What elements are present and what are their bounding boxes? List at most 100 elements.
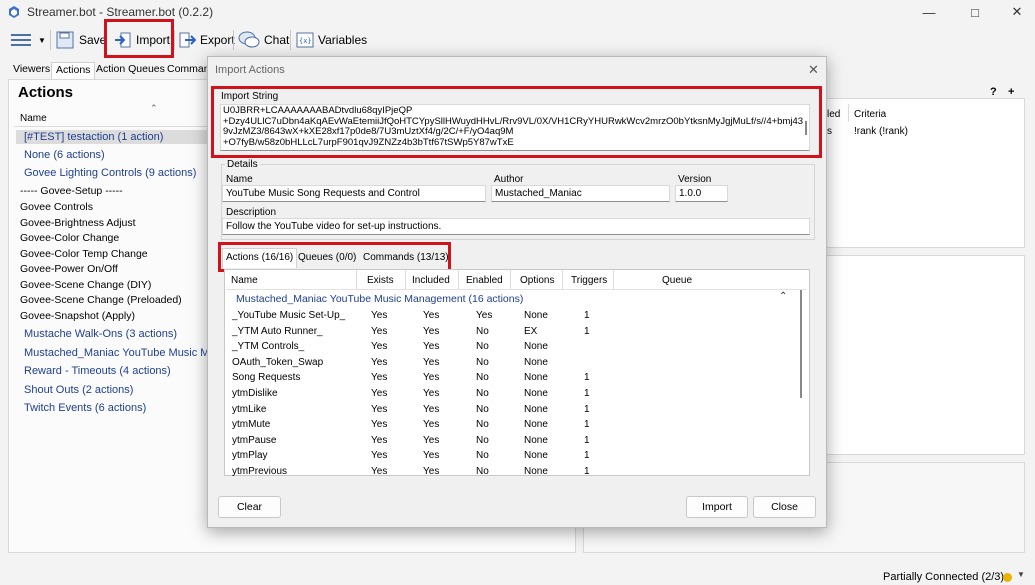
save-button[interactable]: Save xyxy=(55,27,106,53)
cell-enabled: No xyxy=(476,450,489,462)
table-row[interactable] xyxy=(226,449,799,464)
name-field[interactable]: YouTube Music Song Requests and Control xyxy=(222,185,486,202)
cell-enabled: Yes xyxy=(476,310,493,321)
cell-name: _YTM Auto Runner_ xyxy=(232,325,323,337)
help-icon[interactable]: ? xyxy=(990,86,997,98)
action-group[interactable]: Mustached_Maniac YouTube Music Mar xyxy=(24,347,219,359)
table-header-divider xyxy=(226,289,806,290)
cell-included: Yes xyxy=(423,419,440,431)
col-name[interactable]: Name xyxy=(231,275,258,286)
enabled-column-header[interactable]: led xyxy=(827,109,840,120)
author-field[interactable]: Mustached_Maniac xyxy=(491,185,670,202)
collapse-icon[interactable]: ⌃ xyxy=(779,291,787,302)
subtab-commands[interactable]: Commands (13/13) xyxy=(363,252,449,263)
table-row[interactable] xyxy=(226,340,799,355)
table-row[interactable] xyxy=(226,403,799,418)
chat-icon xyxy=(238,31,260,48)
table-scrollbar[interactable] xyxy=(800,290,802,398)
import-confirm-button[interactable]: Import xyxy=(686,496,748,518)
table-row[interactable] xyxy=(226,434,799,449)
cell-options: None xyxy=(524,419,548,431)
window-title: Streamer.bot - Streamer.bot (0.2.2) xyxy=(27,5,214,19)
action-item[interactable]: Govee-Scene Change (Preloaded) xyxy=(20,294,182,306)
action-item[interactable]: Govee-Scene Change (DIY) xyxy=(20,279,151,291)
cell-included: Yes xyxy=(423,450,440,462)
action-group[interactable]: Mustache Walk-Ons (3 actions) xyxy=(24,328,177,340)
cell-exists: Yes xyxy=(371,403,388,415)
cell-name: ytmDislike xyxy=(232,388,278,399)
cell-name: OAuth_Token_Swap xyxy=(232,356,324,368)
description-label: Description xyxy=(226,207,277,218)
clear-button[interactable]: Clear xyxy=(218,496,281,518)
tab-viewers[interactable]: Viewers xyxy=(9,62,54,79)
subtab-queues[interactable]: Queues (0/0) xyxy=(298,252,356,263)
cell-name: ytmPause xyxy=(232,434,277,446)
cell-name: ytmMute xyxy=(232,419,271,431)
export-button[interactable]: Export xyxy=(178,27,235,53)
cell-name: ytmLike xyxy=(232,403,267,415)
cell-exists: Yes xyxy=(371,310,388,321)
import-icon xyxy=(115,32,131,48)
chat-button[interactable]: Chat xyxy=(238,27,289,53)
criteria-column-header[interactable]: Criteria xyxy=(854,109,886,120)
import-scrollbar[interactable] xyxy=(805,121,807,135)
table-row[interactable] xyxy=(226,387,799,402)
cell-name: _YTM Controls_ xyxy=(232,341,305,353)
save-label: Save xyxy=(79,33,107,47)
close-dialog-button[interactable]: Close xyxy=(753,496,816,518)
table-row[interactable] xyxy=(226,418,799,433)
tab-actions[interactable]: Actions xyxy=(51,62,96,79)
dialog-close-icon[interactable]: ✕ xyxy=(808,62,819,78)
maximize-button[interactable]: □ xyxy=(952,0,998,24)
action-group[interactable]: Reward - Timeouts (4 actions) xyxy=(24,365,171,377)
cell-enabled: No xyxy=(476,356,489,368)
import-line: +O7fyB/w58z0bHLLcL7urpF901qvJ9ZNZz4b3bTt… xyxy=(223,136,514,148)
col-exists[interactable]: Exists xyxy=(367,275,394,286)
col-triggers[interactable]: Triggers xyxy=(571,275,607,286)
add-icon[interactable]: + xyxy=(1008,86,1014,98)
cell-exists: Yes xyxy=(371,450,388,462)
variables-label: Variables xyxy=(318,33,368,47)
action-item[interactable]: Govee-Color Temp Change xyxy=(20,248,148,260)
action-group[interactable]: None (6 actions) xyxy=(24,149,105,161)
action-group[interactable]: Shout Outs (2 actions) xyxy=(24,384,133,396)
import-button[interactable]: Import xyxy=(114,27,170,53)
table-row[interactable] xyxy=(226,465,799,480)
table-row[interactable] xyxy=(226,371,799,386)
cell-options: None xyxy=(524,403,548,415)
actions-name-column[interactable]: Name ⌃ xyxy=(14,103,214,127)
action-group[interactable]: [#TEST] testaction (1 action) xyxy=(16,130,212,144)
tab-action-queues[interactable]: Action Queues xyxy=(92,62,169,79)
col-queue[interactable]: Queue xyxy=(662,275,692,286)
close-window-button[interactable]: ✕ xyxy=(994,0,1035,24)
action-item[interactable]: Govee-Power On/Off xyxy=(20,263,118,275)
import-string-input[interactable]: U0JBRR+LCAAAAAAABADtvdlu68qyIPjeQP +Dzy4… xyxy=(220,104,810,151)
import-label: Import xyxy=(136,33,171,47)
col-included[interactable]: Included xyxy=(412,275,450,286)
version-field[interactable]: 1.0.0 xyxy=(675,185,728,202)
cell-triggers: 1 xyxy=(584,372,590,384)
action-item[interactable]: ----- Govee-Setup ----- xyxy=(20,185,123,197)
status-dot xyxy=(1003,573,1012,582)
description-field[interactable]: Follow the YouTube video for set-up inst… xyxy=(222,218,810,235)
cell-triggers: 1 xyxy=(584,434,590,446)
chevron-down-icon[interactable]: ▼ xyxy=(1017,570,1025,579)
cell-triggers: 1 xyxy=(584,310,590,321)
svg-text:{x}: {x} xyxy=(299,37,312,45)
minimize-button[interactable]: — xyxy=(906,0,952,24)
col-options[interactable]: Options xyxy=(520,275,554,286)
action-item[interactable]: Govee-Snapshot (Apply) xyxy=(20,310,135,322)
action-group[interactable]: Govee Lighting Controls (9 actions) xyxy=(24,167,196,179)
action-item[interactable]: Govee-Color Change xyxy=(20,232,119,244)
cell-options: None xyxy=(524,341,548,353)
action-item[interactable]: Govee-Brightness Adjust xyxy=(20,217,136,229)
action-item[interactable]: Govee Controls xyxy=(20,201,93,213)
subtab-actions[interactable]: Actions (16/16) xyxy=(222,248,298,268)
action-group[interactable]: Twitch Events (6 actions) xyxy=(24,402,146,414)
menu-button[interactable]: ▼ xyxy=(10,27,46,53)
group-header[interactable]: Mustached_Maniac YouTube Music Managemen… xyxy=(236,293,523,305)
cell-included: Yes xyxy=(423,388,440,399)
cell-enabled: No xyxy=(476,403,489,415)
variables-button[interactable]: {x} Variables xyxy=(296,27,367,53)
col-enabled[interactable]: Enabled xyxy=(466,275,503,286)
